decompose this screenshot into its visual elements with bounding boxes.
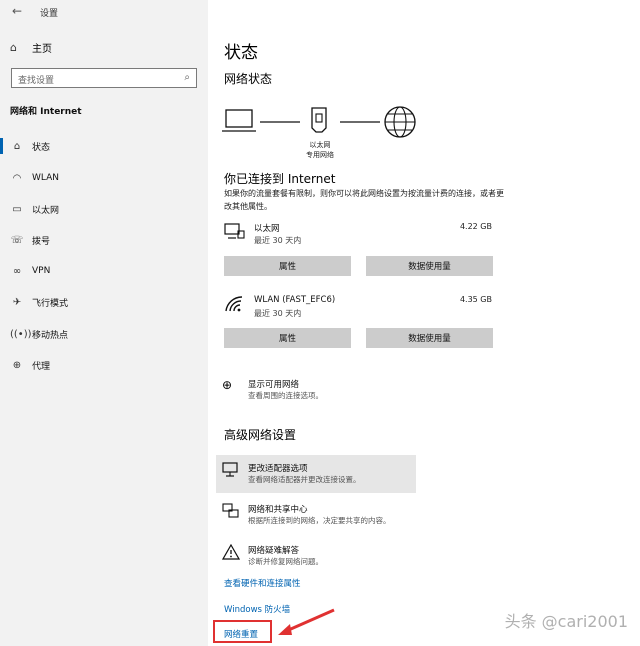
- home-icon: ⌂: [10, 41, 17, 54]
- link-title: 网络和共享中心: [248, 505, 308, 515]
- connection-wlan: WLAN (FAST_EFC6) 最近 30 天内 4.35 GB: [224, 295, 494, 323]
- hotspot-icon: ((•)): [10, 328, 32, 340]
- vpn-icon: ∞: [12, 265, 22, 277]
- back-arrow-icon[interactable]: ←: [12, 4, 22, 18]
- link-description: 查看周围的连接选项。: [248, 391, 323, 400]
- ethernet-label: 以太网: [309, 141, 331, 149]
- connected-heading: 你已连接到 Internet: [224, 172, 336, 186]
- laptop-icon: [222, 109, 256, 132]
- globe-icon: [384, 106, 416, 138]
- search-placeholder: 查找设置: [18, 76, 55, 86]
- airplane-icon: ✈: [12, 296, 22, 308]
- ethernet-pc-icon: [224, 223, 245, 239]
- link-description: 根据所连接到的网络，决定要共享的内容。: [248, 516, 391, 525]
- sidebar-item-hotspot[interactable]: ((•)) 移动热点: [0, 324, 208, 344]
- sharing-center-icon: [222, 503, 239, 518]
- sidebar-item-home[interactable]: ⌂ 主页: [10, 40, 52, 55]
- ethernet-data-usage-button[interactable]: 数据使用量: [366, 256, 493, 276]
- dialup-icon: ☏: [10, 234, 24, 246]
- sidebar-item-label: 拨号: [32, 236, 51, 247]
- ethernet-icon: ▭: [12, 203, 22, 215]
- connection-usage: 4.35 GB: [459, 295, 492, 304]
- wlan-data-usage-button[interactable]: 数据使用量: [366, 328, 493, 348]
- search-icon: ⌕: [184, 72, 190, 83]
- sidebar-item-label: 主页: [32, 44, 52, 55]
- connection-period: 最近 30 天内: [254, 309, 302, 318]
- warning-icon: [222, 544, 240, 560]
- adapter-icon: [222, 462, 238, 477]
- link-title: 显示可用网络: [248, 380, 300, 390]
- link-title: 更改适配器选项: [248, 464, 308, 474]
- connection-name: WLAN (FAST_EFC6): [254, 295, 336, 305]
- sidebar-item-label: 代理: [32, 361, 51, 372]
- sidebar-item-airplane[interactable]: ✈ 飞行模式: [0, 292, 208, 312]
- hardware-properties-link[interactable]: 查看硬件和连接属性: [224, 577, 301, 589]
- search-input[interactable]: 查找设置 ⌕: [11, 68, 197, 88]
- wifi-icon: [225, 296, 243, 312]
- sidebar-item-label: 以太网: [32, 205, 60, 216]
- connected-description: 如果你的流量套餐有限制，则你可以将此网络设置为按流量计费的连接，或者更改其他属性…: [224, 189, 504, 211]
- sidebar-item-label: VPN: [32, 266, 51, 276]
- globe-icon: ⊕: [222, 378, 233, 392]
- connection-ethernet: 以太网 最近 30 天内 4.22 GB: [224, 222, 494, 250]
- link-description: 查看网络适配器并更改连接设置。: [248, 475, 361, 484]
- main-content: 状态 网络状态 以太网 专用网络 你已连接到 Internet 如果你的流量套餐…: [208, 0, 640, 646]
- network-troubleshooter[interactable]: 网络疑难解答 诊断并修复网络问题。: [222, 544, 422, 570]
- sidebar-item-label: WLAN: [32, 173, 60, 183]
- connection-name: 以太网: [254, 224, 280, 234]
- link-title: 网络疑难解答: [248, 546, 300, 556]
- ethernet-properties-button[interactable]: 属性: [224, 256, 351, 276]
- sidebar-item-wlan[interactable]: ◠ WLAN: [0, 168, 208, 188]
- ethernet-diagram-label: 以太网 专用网络: [300, 140, 340, 160]
- sidebar-item-label: 飞行模式: [32, 298, 69, 309]
- wlan-properties-button[interactable]: 属性: [224, 328, 351, 348]
- sidebar-item-label: 移动热点: [32, 330, 69, 341]
- sidebar-item-dialup[interactable]: ☏ 拨号: [0, 230, 208, 250]
- network-sharing-center[interactable]: 网络和共享中心 根据所连接到的网络，决定要共享的内容。: [222, 503, 422, 529]
- sidebar: ← 设置 ⌂ 主页 查找设置 ⌕ 网络和 Internet ⌂ 状态 ◠ WLA…: [0, 0, 208, 646]
- connection-period: 最近 30 天内: [254, 236, 302, 245]
- window-title: 设置: [40, 9, 59, 19]
- annotation-highlight-box: [213, 620, 272, 643]
- sidebar-item-proxy[interactable]: ⊕ 代理: [0, 355, 208, 375]
- home-status-icon: ⌂: [13, 140, 21, 152]
- section-title: 网络和 Internet: [10, 107, 82, 117]
- connection-usage: 4.22 GB: [459, 222, 492, 231]
- advanced-settings-heading: 高级网络设置: [224, 428, 297, 442]
- router-icon: [311, 107, 327, 133]
- sidebar-item-label: 状态: [32, 142, 51, 153]
- ethernet-network-type: 专用网络: [306, 151, 334, 159]
- watermark: 头条 @cari2001: [504, 612, 628, 631]
- annotation-arrow-icon: [278, 608, 335, 635]
- show-available-networks[interactable]: ⊕ 显示可用网络 查看周围的连接选项。: [222, 378, 422, 404]
- globe-icon: ⊕: [12, 359, 22, 371]
- change-adapter-options[interactable]: 更改适配器选项 查看网络适配器并更改连接设置。: [222, 462, 422, 488]
- sidebar-item-status[interactable]: ⌂ 状态: [0, 136, 208, 156]
- network-status-heading: 网络状态: [224, 72, 273, 86]
- sidebar-item-ethernet[interactable]: ▭ 以太网: [0, 199, 208, 219]
- wifi-icon: ◠: [12, 172, 22, 184]
- link-description: 诊断并修复网络问题。: [248, 557, 323, 566]
- page-title: 状态: [224, 43, 258, 63]
- sidebar-item-vpn[interactable]: ∞ VPN: [0, 261, 208, 281]
